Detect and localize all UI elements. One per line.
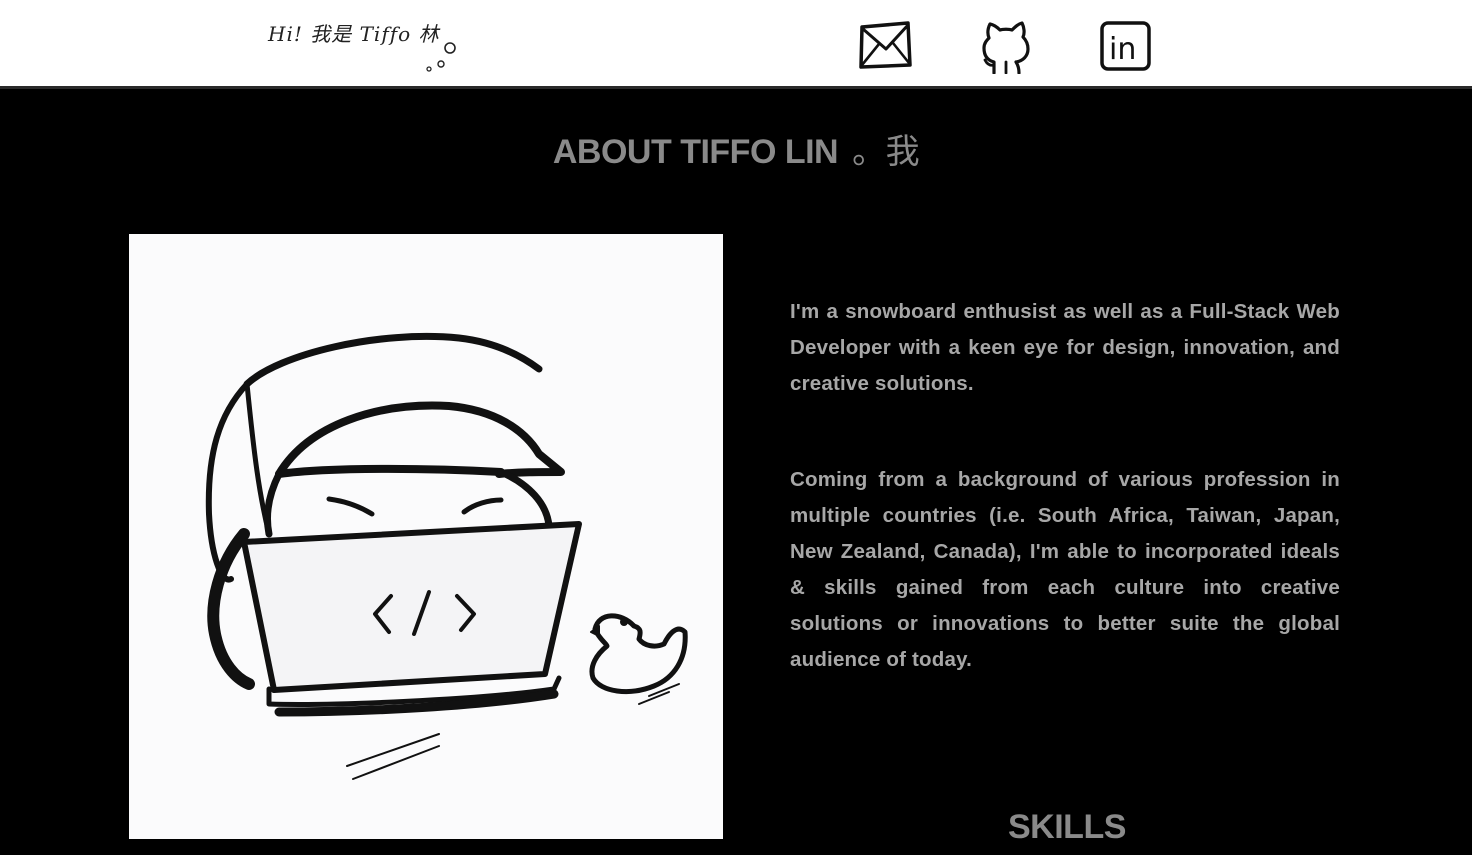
linkedin-button[interactable]: in — [1098, 18, 1154, 74]
duck-eye-icon — [620, 618, 628, 626]
linkedin-icon: in — [1100, 21, 1151, 71]
about-title-suffix: 。我 — [852, 132, 920, 172]
site-logo[interactable]: Hi! 我是 Tiffo 林 — [268, 14, 463, 76]
github-icon — [982, 21, 1030, 75]
about-title-text: ABOUT TIFFO LIN — [552, 133, 839, 171]
developer-illustration-icon — [129, 234, 723, 839]
mail-icon — [859, 21, 912, 69]
about-paragraph-1: I'm a snowboard enthusist as well as a F… — [790, 300, 1340, 395]
thought-bubble-icon — [426, 42, 456, 72]
skills-title: SKILLS — [1008, 808, 1126, 846]
github-button[interactable] — [978, 18, 1034, 75]
developer-portrait — [129, 234, 723, 839]
about-title: ABOUT TIFFO LIN 。我 — [0, 124, 1472, 173]
about-paragraph-2: Coming from a background of various prof… — [790, 468, 1340, 671]
site-header: Hi! 我是 Tiffo 林 in — [0, 0, 1472, 89]
email-button[interactable] — [857, 18, 913, 74]
linkedin-label: in — [1109, 32, 1136, 67]
